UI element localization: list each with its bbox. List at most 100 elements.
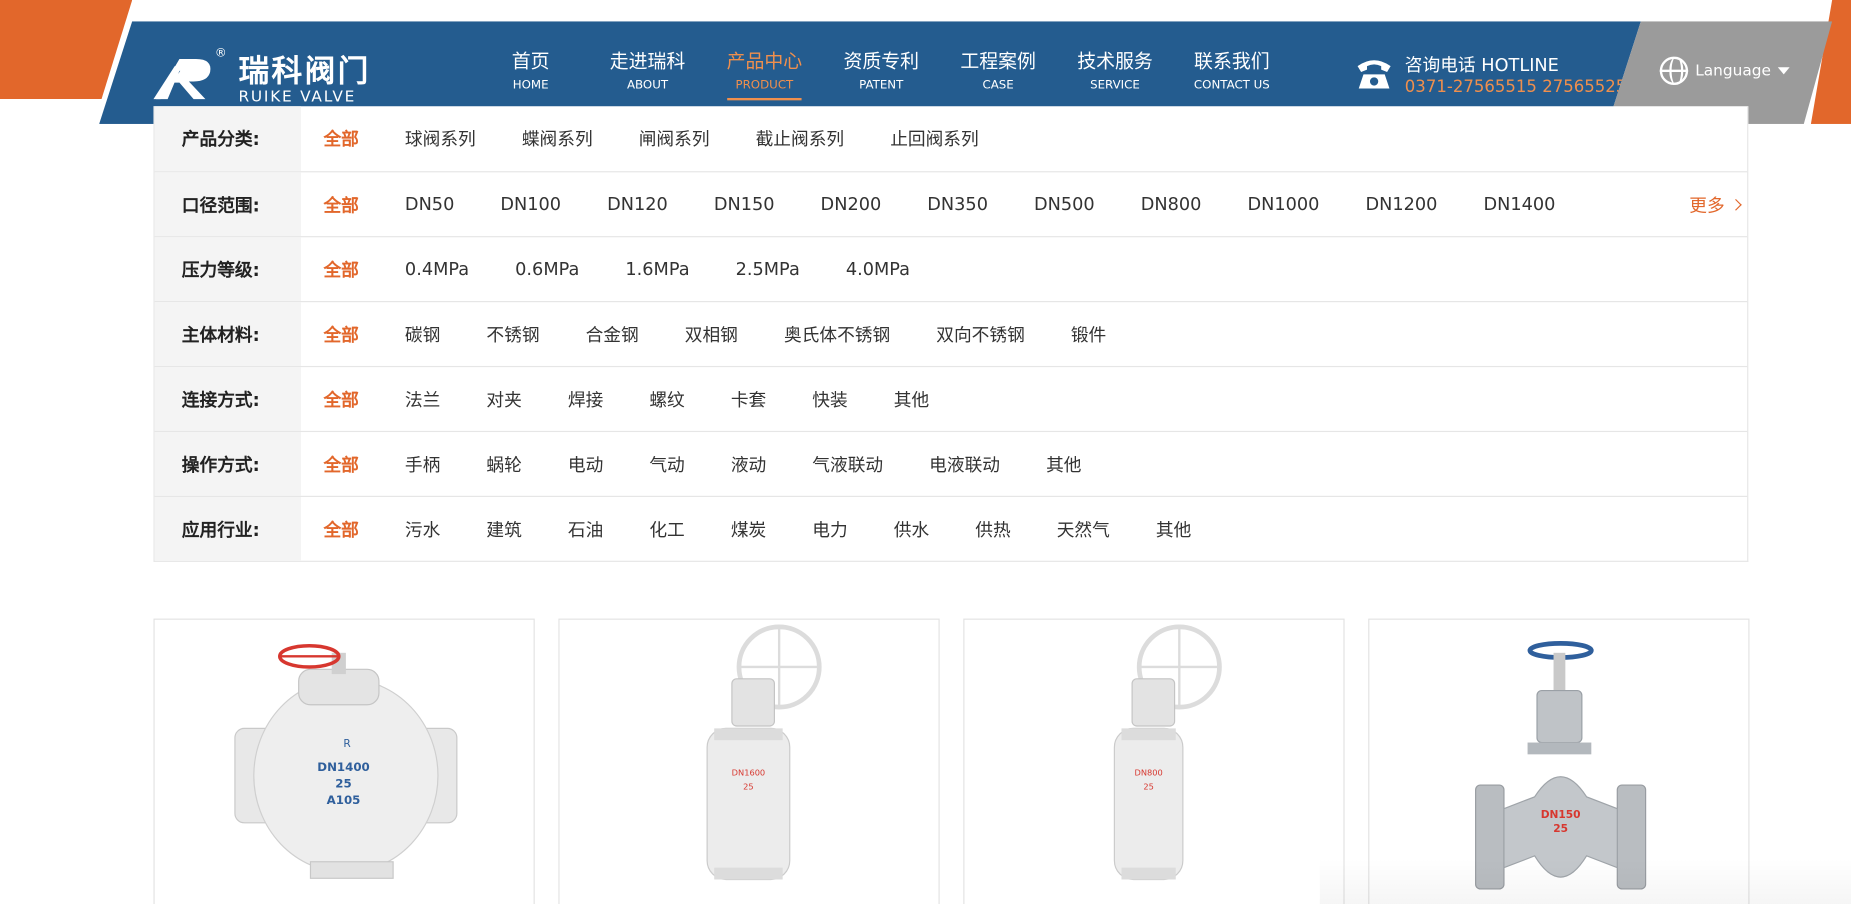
filter-options: 全部 碳钢 不锈钢 合金钢 双相钢 奥氏体不锈钢 双向不锈钢 锻件 (301, 322, 1152, 347)
logo-name-en: RUIKE VALVE (238, 88, 357, 107)
product-body-text: 25 (743, 782, 754, 792)
filter-row: 主体材料: 全部 碳钢 不锈钢 合金钢 双相钢 奥氏体不锈钢 双向不锈钢 锻件 (154, 301, 1748, 366)
filter-option[interactable]: 气液联动 (812, 452, 883, 477)
filter-option[interactable]: 4.0MPa (846, 259, 910, 280)
filter-option-all[interactable]: 全部 (323, 192, 358, 217)
logo-registered: ® (214, 47, 227, 61)
filter-option[interactable]: 快装 (812, 387, 847, 412)
svg-text:R: R (343, 737, 351, 750)
filter-option[interactable]: DN120 (607, 194, 668, 215)
filter-option[interactable]: 合金钢 (586, 322, 639, 347)
filter-options: 全部 0.4MPa 0.6MPa 1.6MPa 2.5MPa 4.0MPa (301, 257, 956, 282)
filter-option[interactable]: DN350 (927, 194, 988, 215)
filter-option[interactable]: 双向不锈钢 (936, 322, 1025, 347)
product-body-text: DN800 (1134, 768, 1162, 778)
filter-option[interactable]: 供水 (894, 516, 929, 541)
filter-option[interactable]: 焊接 (568, 387, 603, 412)
filter-option-all[interactable]: 全部 (323, 387, 358, 412)
filter-option[interactable]: 奥氏体不锈钢 (784, 322, 890, 347)
filter-option[interactable]: 螺纹 (649, 387, 684, 412)
filter-option[interactable]: 锻件 (1071, 322, 1106, 347)
filter-option[interactable]: DN50 (405, 194, 454, 215)
filter-option[interactable]: 电力 (812, 516, 847, 541)
product-body-text: DN1400 (317, 760, 369, 774)
filter-option[interactable]: 其他 (1046, 452, 1081, 477)
filter-option[interactable]: 闸阀系列 (639, 126, 710, 151)
filter-options: 全部 球阀系列 蝶阀系列 闸阀系列 截止阀系列 止回阀系列 (301, 126, 1025, 151)
bottom-shadow (1319, 858, 1851, 904)
filter-option-all[interactable]: 全部 (323, 452, 358, 477)
filter-row: 口径范围: 全部 DN50 DN100 DN120 DN150 DN200 DN350 DN50… (154, 171, 1748, 237)
filter-option[interactable]: 双相钢 (685, 322, 738, 347)
filter-options: 全部 DN50 DN100 DN120 DN150 DN200 DN350 DN500 DN80… (301, 192, 1601, 217)
filter-option[interactable]: 电液联动 (929, 452, 1000, 477)
filter-label: 口径范围: (154, 172, 302, 237)
filter-option[interactable]: DN1000 (1247, 194, 1319, 215)
filter-option-all[interactable]: 全部 (323, 516, 358, 541)
filter-row: 操作方式: 全部 手柄 蜗轮 电动 气动 液动 气液联动 电液联动 其他 (154, 430, 1748, 496)
filter-label: 操作方式: (154, 432, 302, 496)
filter-options: 全部 手柄 蜗轮 电动 气动 液动 气液联动 电液联动 其他 (301, 452, 1128, 477)
filter-option[interactable]: DN800 (1141, 194, 1202, 215)
filter-option[interactable]: DN1200 (1365, 194, 1437, 215)
filter-option[interactable]: 止回阀系列 (890, 126, 979, 151)
page: ® 瑞科阀门 RUIKE VALVE 首页 HOME 走进瑞科 ABOUT 产品中心 PR… (0, 0, 1851, 904)
filter-option[interactable]: DN1400 (1483, 194, 1555, 215)
filter-option[interactable]: 2.5MPa (736, 259, 800, 280)
filter-option[interactable]: 球阀系列 (405, 126, 476, 151)
site-logo[interactable]: ® 瑞科阀门 RUIKE VALVE (153, 47, 370, 106)
more-button[interactable]: 更多 (1689, 192, 1742, 217)
logo-mark-icon: ® (153, 47, 227, 102)
filter-option[interactable]: 卡套 (731, 387, 766, 412)
filter-option[interactable]: 碳钢 (405, 322, 440, 347)
filter-option[interactable]: DN500 (1034, 194, 1095, 215)
nav-label-en: HOME (512, 79, 549, 93)
filter-option[interactable]: 石油 (568, 516, 603, 541)
chevron-right-icon (1730, 198, 1742, 211)
filter-option[interactable]: 0.6MPa (515, 259, 579, 280)
filter-option[interactable]: 手柄 (405, 452, 440, 477)
filter-option[interactable]: 蝶阀系列 (522, 126, 593, 151)
filter-option-all[interactable]: 全部 (323, 126, 358, 151)
filter-option[interactable]: 气动 (649, 452, 684, 477)
filter-option[interactable]: 煤炭 (731, 516, 766, 541)
filter-option[interactable]: 天然气 (1057, 516, 1110, 541)
product-body-text: DN1600 (732, 768, 766, 778)
filter-option[interactable]: 供热 (975, 516, 1010, 541)
globe-icon (1659, 56, 1689, 85)
nav-label-en: SERVICE (1090, 79, 1140, 93)
filter-label: 连接方式: (154, 367, 302, 431)
hotline: 咨询电话 HOTLINE 0371-27565515 27565525 (1355, 52, 1626, 97)
filter-option[interactable]: 电动 (568, 452, 603, 477)
filter-row: 应用行业: 全部 污水 建筑 石油 化工 煤炭 电力 供水 供热 天然气 其他 (154, 495, 1748, 561)
filter-option[interactable]: 液动 (731, 452, 766, 477)
more-label: 更多 (1689, 194, 1725, 217)
filter-option[interactable]: DN150 (714, 194, 775, 215)
filter-option[interactable]: 截止阀系列 (756, 126, 845, 151)
filter-label: 产品分类: (154, 106, 302, 172)
filter-option[interactable]: 化工 (649, 516, 684, 541)
filter-option[interactable]: 其他 (894, 387, 929, 412)
filter-option[interactable]: 污水 (405, 516, 440, 541)
hotline-numbers[interactable]: 0371-27565515 27565525 (1405, 78, 1627, 97)
filter-option-all[interactable]: 全部 (323, 322, 358, 347)
filter-option[interactable]: 法兰 (405, 387, 440, 412)
filter-option[interactable]: DN200 (821, 194, 882, 215)
filter-label: 主体材料: (154, 302, 302, 366)
filter-option[interactable]: 对夹 (486, 387, 521, 412)
hotline-label: 咨询电话 HOTLINE (1404, 54, 1559, 76)
filter-option[interactable]: DN100 (500, 194, 561, 215)
nav-label-cn: 技术服务 (1077, 49, 1153, 73)
filter-option[interactable]: 1.6MPa (625, 259, 689, 280)
filter-option[interactable]: 建筑 (486, 516, 521, 541)
filter-option[interactable]: 0.4MPa (405, 259, 469, 280)
product-card[interactable]: DN800 25 (963, 618, 1345, 904)
nav-label-en: ABOUT (626, 79, 669, 93)
filter-option[interactable]: 其他 (1156, 516, 1191, 541)
product-card[interactable]: DN1600 25 (558, 618, 940, 904)
nav-label-cn: 联系我们 (1194, 49, 1270, 73)
product-card[interactable]: R DN1400 25 A105 (153, 618, 535, 904)
filter-option[interactable]: 蜗轮 (486, 452, 521, 477)
filter-option[interactable]: 不锈钢 (486, 322, 539, 347)
filter-option-all[interactable]: 全部 (323, 257, 358, 282)
